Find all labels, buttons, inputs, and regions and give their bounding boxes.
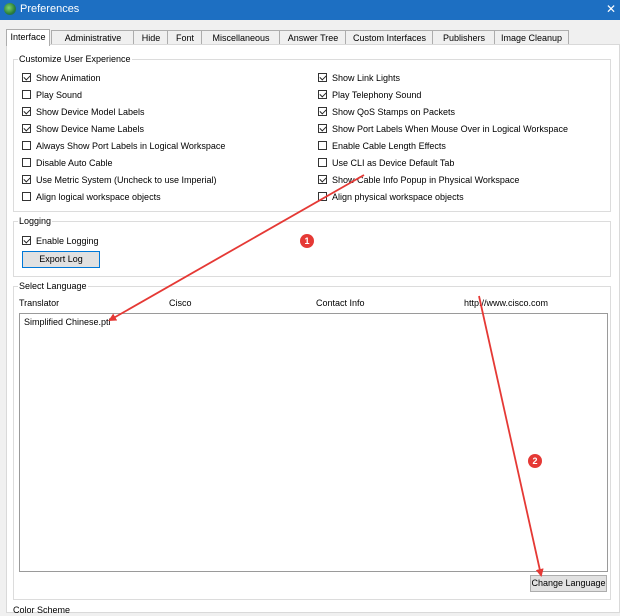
- checkbox[interactable]: [318, 192, 327, 201]
- website-column-header: http://www.cisco.com: [464, 298, 549, 308]
- tab-custom-interfaces[interactable]: Custom Interfaces: [345, 30, 434, 45]
- checkbox[interactable]: [22, 90, 31, 99]
- checkbox[interactable]: [318, 141, 327, 150]
- tab-hide[interactable]: Hide: [133, 30, 169, 45]
- checkbox[interactable]: [22, 158, 31, 167]
- tab-image-cleanup[interactable]: Image Cleanup: [494, 30, 569, 45]
- export-log-button[interactable]: Export Log: [22, 251, 100, 268]
- checkbox[interactable]: [318, 158, 327, 167]
- tab-font[interactable]: Font: [167, 30, 203, 45]
- checkbox[interactable]: [22, 192, 31, 201]
- checkbox[interactable]: [318, 124, 327, 133]
- logging-group-title: Logging: [18, 216, 53, 227]
- tab-interface[interactable]: Interface: [6, 29, 50, 46]
- tab-administrative[interactable]: Administrative: [51, 30, 135, 45]
- checkbox[interactable]: [318, 90, 327, 99]
- app-icon: [4, 3, 16, 15]
- translator-column-header: Translator: [19, 298, 60, 308]
- annotation-marker-1: 1: [300, 234, 314, 248]
- tab-miscellaneous[interactable]: Miscellaneous: [201, 30, 281, 45]
- select-language-group-title: Select Language: [18, 281, 88, 292]
- tab-strip: Interface Administrative Hide Font Misce…: [6, 29, 569, 46]
- checkbox[interactable]: [22, 141, 31, 150]
- contact-info-column-header: Contact Info: [316, 298, 365, 308]
- logging-group: Logging Enable Logging Export Log: [13, 216, 611, 277]
- close-icon[interactable]: ✕: [606, 2, 616, 16]
- checkbox[interactable]: [22, 107, 31, 116]
- list-item[interactable]: Simplified Chinese.ptl: [24, 317, 111, 328]
- checkbox[interactable]: [22, 175, 31, 184]
- checkbox[interactable]: [22, 236, 31, 245]
- interface-panel: Customize User Experience Show Animation…: [6, 44, 620, 615]
- cisco-column-header: Cisco: [169, 298, 192, 308]
- checkbox[interactable]: [318, 107, 327, 116]
- customize-group: Customize User Experience Show Animation…: [13, 54, 611, 212]
- window-title: Preferences: [20, 3, 80, 15]
- customize-group-title: Customize User Experience: [18, 54, 132, 65]
- annotation-marker-2: 2: [528, 454, 542, 468]
- title-bar: Preferences ✕: [0, 0, 620, 20]
- tab-publishers[interactable]: Publishers: [432, 30, 496, 45]
- checkbox[interactable]: [318, 73, 327, 82]
- tab-answer-tree[interactable]: Answer Tree: [279, 30, 347, 45]
- checkbox[interactable]: [22, 124, 31, 133]
- language-list[interactable]: Simplified Chinese.ptl: [19, 313, 608, 572]
- checkbox[interactable]: [318, 175, 327, 184]
- checkbox[interactable]: [22, 73, 31, 82]
- change-language-button[interactable]: Change Language: [530, 575, 607, 592]
